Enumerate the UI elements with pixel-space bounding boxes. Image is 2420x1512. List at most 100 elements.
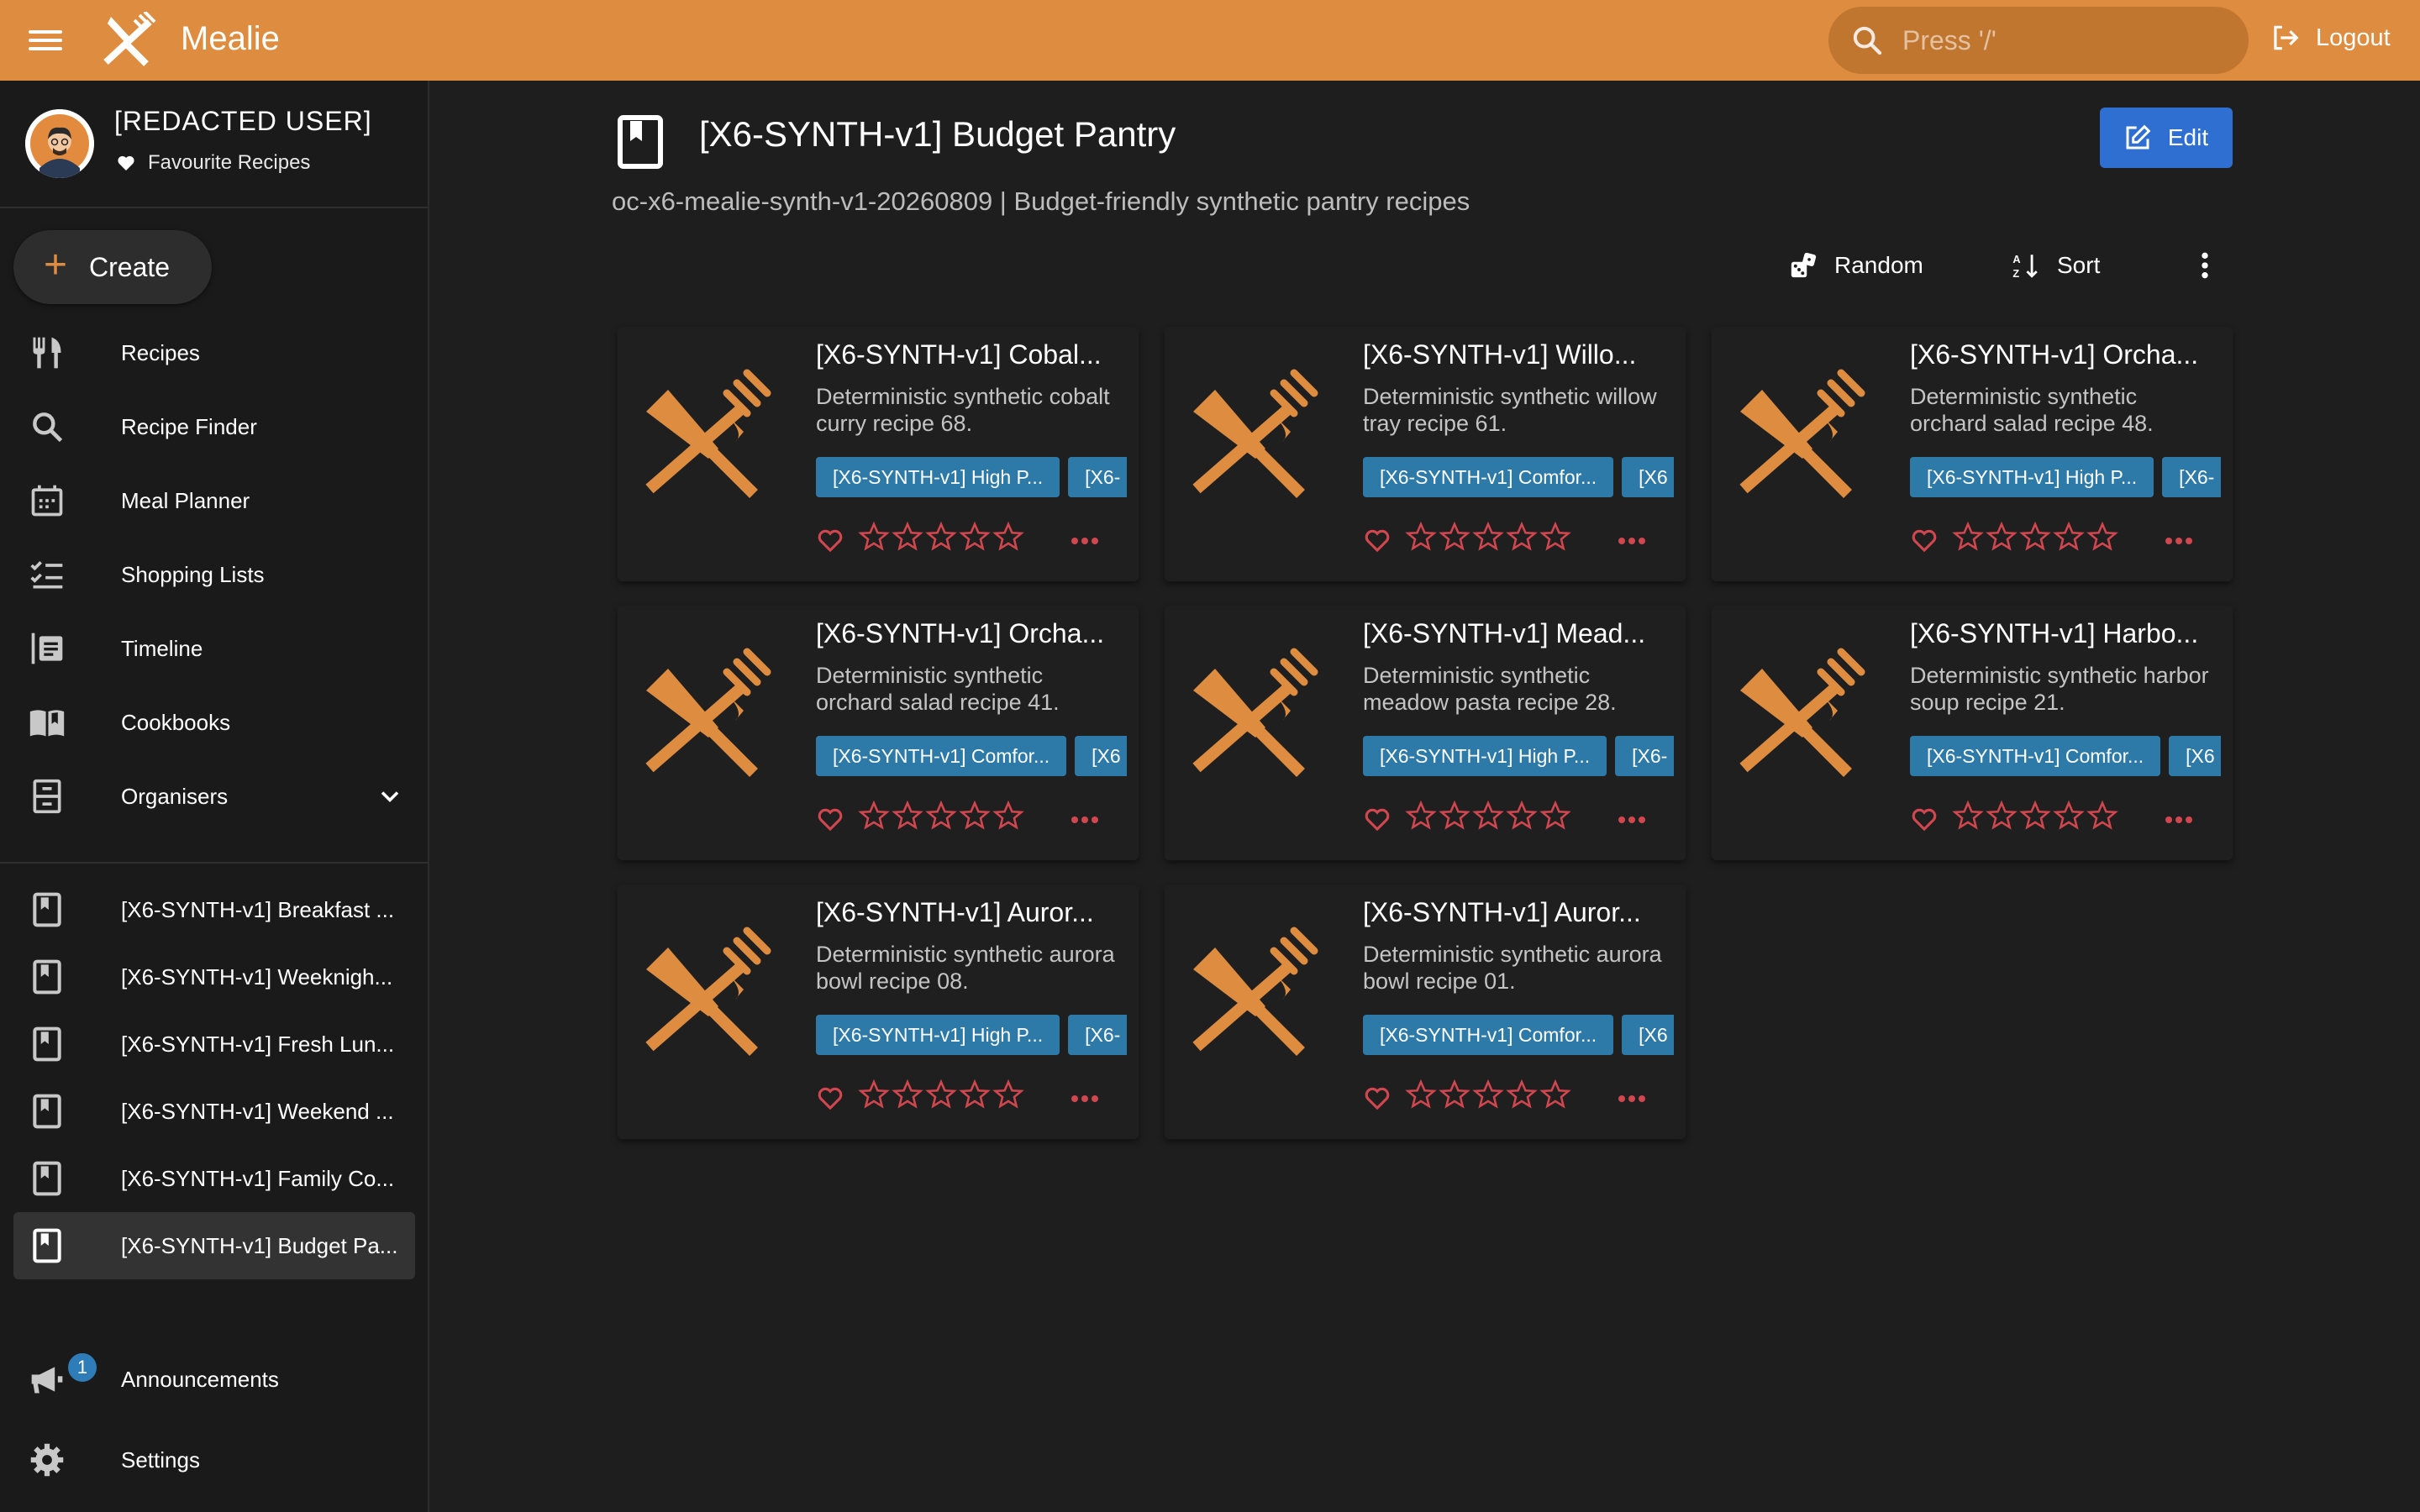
star-outline-icon[interactable] — [858, 521, 890, 553]
heart-outline-icon[interactable] — [816, 805, 844, 833]
more-horizontal-icon[interactable] — [1068, 805, 1102, 835]
star-outline-icon[interactable] — [1439, 1079, 1470, 1110]
star-outline-icon[interactable] — [892, 800, 923, 832]
star-outline-icon[interactable] — [2053, 521, 2085, 553]
star-rating[interactable] — [1405, 1079, 1573, 1110]
recipe-tag[interactable]: [X6-SYNTH-v1] High P... — [816, 1015, 1060, 1055]
star-outline-icon[interactable] — [858, 800, 890, 832]
chevron-down-icon[interactable] — [375, 781, 405, 811]
sidebar-cookbook-item[interactable]: [X6-SYNTH-v1] Weeknigh... — [13, 943, 415, 1011]
star-outline-icon[interactable] — [1439, 521, 1470, 553]
star-outline-icon[interactable] — [2086, 800, 2118, 832]
logout-button[interactable]: Logout — [2269, 22, 2391, 54]
search-bar[interactable] — [1828, 7, 2249, 74]
brand-name[interactable]: Mealie — [181, 20, 280, 58]
sidebar-cookbook-item[interactable]: [X6-SYNTH-v1] Family Co... — [13, 1145, 415, 1212]
more-horizontal-icon[interactable] — [2162, 526, 2196, 556]
recipe-placeholder-icon[interactable] — [628, 919, 779, 1070]
sidebar-item-recipes[interactable]: Recipes — [13, 319, 415, 386]
heart-outline-icon[interactable] — [1910, 805, 1939, 833]
star-rating[interactable] — [858, 800, 1026, 832]
star-rating[interactable] — [858, 1079, 1026, 1110]
recipe-tag[interactable]: [X6-SYNTH-v1] Comfor... — [816, 736, 1067, 776]
recipe-tag[interactable]: [X6 — [1622, 1015, 1674, 1055]
recipe-tag[interactable]: [X6 — [2169, 736, 2221, 776]
more-vertical-icon[interactable] — [2188, 249, 2222, 282]
star-outline-icon[interactable] — [1405, 521, 1437, 553]
create-button[interactable]: + Create — [13, 230, 212, 304]
star-outline-icon[interactable] — [1439, 800, 1470, 832]
star-outline-icon[interactable] — [858, 1079, 890, 1110]
recipe-placeholder-icon[interactable] — [1175, 640, 1326, 791]
star-outline-icon[interactable] — [892, 1079, 923, 1110]
favourite-recipes-link[interactable]: Favourite Recipes — [116, 151, 310, 175]
recipe-tag[interactable]: [X6 — [1075, 736, 1127, 776]
recipe-tag[interactable]: [X6-SYNTH-v1] High P... — [1910, 457, 2154, 497]
sidebar-cookbook-item[interactable]: [X6-SYNTH-v1] Fresh Lun... — [13, 1011, 415, 1078]
recipe-placeholder-icon[interactable] — [1175, 919, 1326, 1070]
star-rating[interactable] — [1952, 800, 2120, 832]
star-outline-icon[interactable] — [1472, 800, 1504, 832]
recipe-card[interactable]: [X6-SYNTH-v1] Cobal... Deterministic synt… — [618, 328, 1139, 581]
star-outline-icon[interactable] — [1405, 800, 1437, 832]
star-outline-icon[interactable] — [992, 800, 1024, 832]
star-outline-icon[interactable] — [925, 521, 957, 553]
star-outline-icon[interactable] — [1539, 800, 1571, 832]
heart-outline-icon[interactable] — [816, 1084, 844, 1112]
sidebar-item-cookbooks[interactable]: Cookbooks — [13, 689, 415, 756]
more-horizontal-icon[interactable] — [1615, 805, 1649, 835]
sidebar-item-meal-planner[interactable]: Meal Planner — [13, 467, 415, 534]
sidebar-cookbook-item[interactable]: [X6-SYNTH-v1] Weekend ... — [13, 1078, 415, 1145]
heart-outline-icon[interactable] — [1363, 526, 1392, 554]
heart-outline-icon[interactable] — [1910, 526, 1939, 554]
star-outline-icon[interactable] — [959, 521, 991, 553]
recipe-tag[interactable]: [X6-SYNTH-v1] High P... — [816, 457, 1060, 497]
star-outline-icon[interactable] — [959, 1079, 991, 1110]
recipe-card[interactable]: [X6-SYNTH-v1] Auror... Deterministic synt… — [618, 885, 1139, 1139]
recipe-card[interactable]: [X6-SYNTH-v1] Mead... Deterministic synth… — [1165, 606, 1686, 860]
recipe-placeholder-icon[interactable] — [1722, 361, 1873, 512]
recipe-title[interactable]: [X6-SYNTH-v1] Orcha... — [816, 618, 1127, 649]
star-rating[interactable] — [858, 521, 1026, 553]
recipe-title[interactable]: [X6-SYNTH-v1] Orcha... — [1910, 339, 2221, 370]
avatar[interactable] — [25, 109, 94, 178]
recipe-title[interactable]: [X6-SYNTH-v1] Mead... — [1363, 618, 1674, 649]
menu-icon[interactable] — [29, 25, 62, 55]
recipe-placeholder-icon[interactable] — [628, 640, 779, 791]
star-outline-icon[interactable] — [1986, 521, 2018, 553]
sidebar-item-organisers[interactable]: Organisers — [13, 763, 415, 830]
star-rating[interactable] — [1405, 800, 1573, 832]
sidebar-item-shopping-lists[interactable]: Shopping Lists — [13, 541, 415, 608]
mealie-logo-icon[interactable] — [99, 12, 158, 67]
random-button[interactable]: Random — [1789, 245, 1923, 286]
recipe-tag[interactable]: [X6- — [1615, 736, 1674, 776]
star-outline-icon[interactable] — [925, 1079, 957, 1110]
recipe-card[interactable]: [X6-SYNTH-v1] Willo... Deterministic synt… — [1165, 328, 1686, 581]
star-outline-icon[interactable] — [2019, 521, 2051, 553]
star-outline-icon[interactable] — [2086, 521, 2118, 553]
recipe-tag[interactable]: [X6- — [2162, 457, 2221, 497]
more-horizontal-icon[interactable] — [1068, 1084, 1102, 1114]
star-outline-icon[interactable] — [1506, 521, 1538, 553]
star-outline-icon[interactable] — [892, 521, 923, 553]
recipe-card[interactable]: [X6-SYNTH-v1] Auror... Deterministic synt… — [1165, 885, 1686, 1139]
sidebar-cookbook-item[interactable]: [X6-SYNTH-v1] Breakfast ... — [13, 876, 415, 943]
star-rating[interactable] — [1952, 521, 2120, 553]
recipe-card[interactable]: [X6-SYNTH-v1] Orcha... Deterministic synt… — [1712, 328, 2233, 581]
heart-outline-icon[interactable] — [1363, 805, 1392, 833]
recipe-tag[interactable]: [X6-SYNTH-v1] Comfor... — [1910, 736, 2161, 776]
star-outline-icon[interactable] — [992, 1079, 1024, 1110]
edit-button[interactable]: Edit — [2100, 108, 2233, 168]
star-outline-icon[interactable] — [1986, 800, 2018, 832]
search-input[interactable] — [1902, 24, 2222, 56]
sidebar-item-recipe-finder[interactable]: Recipe Finder — [13, 393, 415, 460]
recipe-tag[interactable]: [X6 — [1622, 457, 1674, 497]
star-outline-icon[interactable] — [2053, 800, 2085, 832]
sidebar-item-announcements[interactable]: 1 Announcements — [13, 1346, 415, 1413]
recipe-title[interactable]: [X6-SYNTH-v1] Auror... — [816, 897, 1127, 928]
heart-outline-icon[interactable] — [816, 526, 844, 554]
star-outline-icon[interactable] — [1472, 521, 1504, 553]
recipe-tag[interactable]: [X6- — [1068, 457, 1127, 497]
star-outline-icon[interactable] — [1539, 1079, 1571, 1110]
star-outline-icon[interactable] — [1506, 1079, 1538, 1110]
